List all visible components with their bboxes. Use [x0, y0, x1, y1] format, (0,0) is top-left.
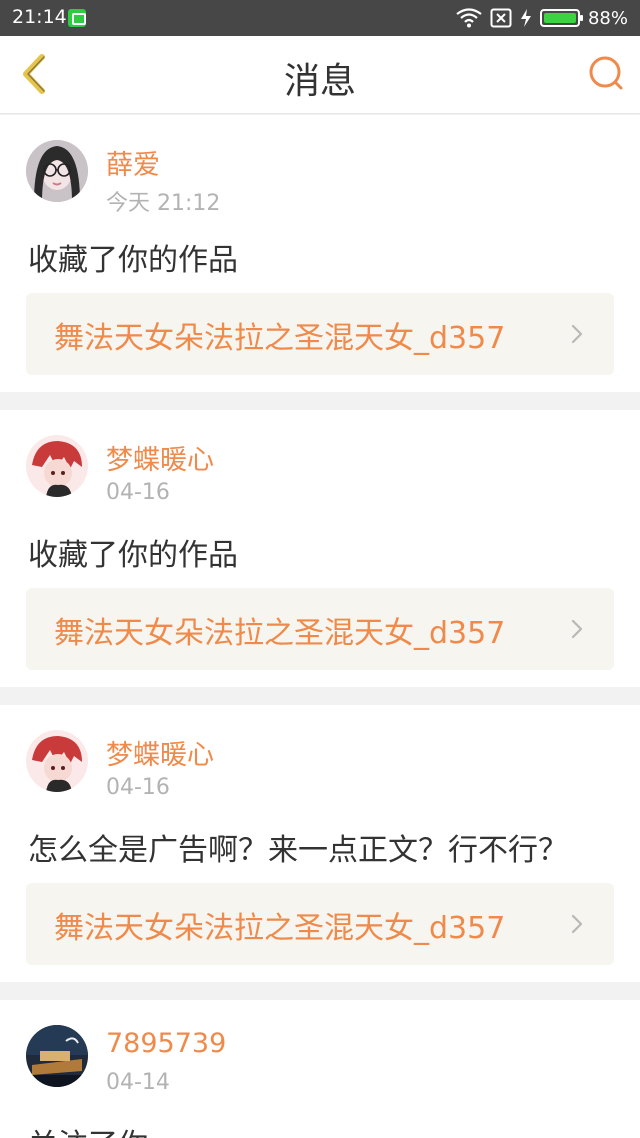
battery-percent: 88% — [587, 7, 628, 29]
user-avatar-image — [26, 140, 88, 202]
status-icons: 88% — [456, 6, 628, 30]
user-avatar-image — [26, 1025, 88, 1087]
timestamp: 今天 21:12 — [106, 191, 221, 216]
status-time: 21:14 — [12, 6, 67, 28]
message-card: 梦蝶暖心 04-16 收藏了你的作品 舞法天女朵法拉之圣混天女_d357 — [0, 410, 640, 687]
chevron-right-icon — [571, 619, 583, 639]
timestamp: 04-16 — [106, 775, 170, 800]
chevron-right-icon — [571, 914, 583, 934]
username[interactable]: 7895739 — [106, 1028, 226, 1059]
app-header: 消息 — [0, 36, 640, 114]
search-icon — [589, 56, 623, 90]
status-bar: 21:14 88% — [0, 0, 640, 36]
work-link[interactable]: 舞法天女朵法拉之圣混天女_d357 — [26, 588, 614, 670]
message-text: 收藏了你的作品 — [28, 538, 238, 573]
work-link[interactable]: 舞法天女朵法拉之圣混天女_d357 — [26, 883, 614, 965]
work-title: 舞法天女朵法拉之圣混天女_d357 — [54, 616, 506, 651]
work-link[interactable]: 舞法天女朵法拉之圣混天女_d357 — [26, 293, 614, 375]
work-title: 舞法天女朵法拉之圣混天女_d357 — [54, 321, 506, 356]
app-notification-icon — [68, 9, 86, 27]
page-title: 消息 — [283, 61, 356, 102]
avatar[interactable] — [26, 140, 88, 202]
message-card: 薛爱 今天 21:12 收藏了你的作品 舞法天女朵法拉之圣混天女_d357 — [0, 115, 640, 392]
avatar[interactable] — [26, 1025, 88, 1087]
search-button[interactable] — [586, 54, 626, 94]
wifi-icon — [456, 8, 482, 28]
avatar[interactable] — [26, 730, 88, 792]
user-avatar-image — [26, 730, 88, 792]
battery-icon — [539, 9, 583, 27]
username[interactable]: 梦蝶暖心 — [106, 733, 214, 772]
message-text: 怎么全是广告啊？来一点正文？行不行？ — [28, 833, 568, 868]
timestamp: 04-14 — [106, 1070, 170, 1095]
work-title: 舞法天女朵法拉之圣混天女_d357 — [54, 911, 506, 946]
chevron-right-icon — [571, 324, 583, 344]
battery-fill — [543, 13, 576, 23]
avatar[interactable] — [26, 435, 88, 497]
no-sim-icon — [490, 8, 512, 28]
message-card: 7895739 04-14 关注了你 — [0, 1000, 640, 1138]
username[interactable]: 薛爱 — [106, 143, 160, 182]
message-text: 收藏了你的作品 — [28, 243, 238, 278]
user-avatar-image — [26, 435, 88, 497]
username[interactable]: 梦蝶暖心 — [106, 438, 214, 477]
charging-icon — [520, 9, 531, 27]
message-text: 关注了你 — [28, 1120, 148, 1138]
timestamp: 04-16 — [106, 480, 170, 505]
message-card: 梦蝶暖心 04-16 怎么全是广告啊？来一点正文？行不行？ 舞法天女朵法拉之圣混… — [0, 705, 640, 982]
